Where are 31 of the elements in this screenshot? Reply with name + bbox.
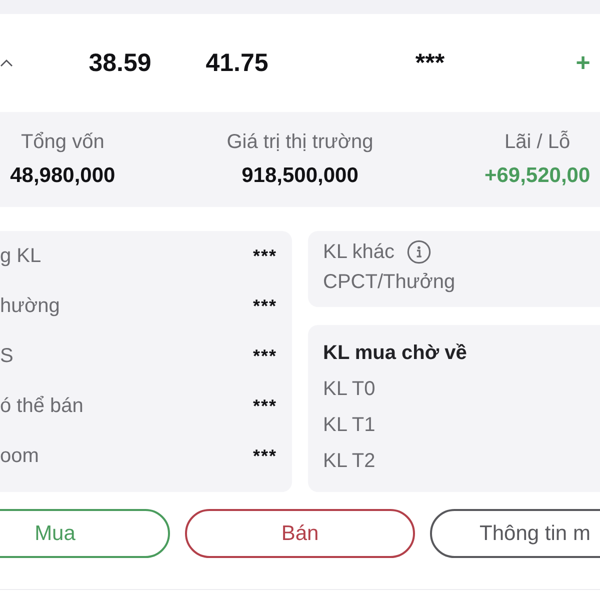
summary-value: 48,980,000 bbox=[10, 164, 116, 188]
price-value: 38.59 bbox=[88, 48, 152, 78]
holding-label: hường bbox=[0, 294, 60, 318]
holding-label: ó thể bán bbox=[0, 394, 84, 418]
summary-label: Lãi / Lỗ bbox=[504, 131, 570, 154]
chevron-icon[interactable] bbox=[0, 59, 13, 67]
price-value: 41.75 bbox=[204, 48, 270, 78]
holding-label: S bbox=[0, 344, 14, 368]
pending-item: KL T0 bbox=[323, 378, 376, 401]
pending-item: KL T2 bbox=[323, 450, 376, 473]
card-note: CPCT/Thưởng bbox=[323, 271, 456, 294]
info-icon[interactable] bbox=[406, 240, 431, 264]
holding-value: *** bbox=[252, 246, 277, 266]
holding-value: *** bbox=[252, 396, 277, 416]
card-title: KL mua chờ về bbox=[323, 342, 468, 365]
card-title: KL khác bbox=[323, 240, 395, 264]
holding-label: oom bbox=[0, 444, 39, 468]
price-value: *** bbox=[414, 48, 446, 78]
sell-button[interactable]: Bán bbox=[185, 509, 415, 558]
summary-value: +69,520,00 bbox=[484, 164, 590, 188]
holding-value: *** bbox=[252, 346, 277, 366]
pending-item: KL T1 bbox=[323, 414, 376, 437]
summary-label: Tổng vốn bbox=[20, 131, 104, 154]
summary-value: 918,500,000 bbox=[242, 164, 358, 188]
holding-value: *** bbox=[252, 446, 277, 466]
holding-label: g KL bbox=[0, 244, 42, 268]
buy-button[interactable]: Mua bbox=[0, 509, 170, 558]
summary-label: Giá trị thị trường bbox=[226, 131, 374, 154]
holding-value: *** bbox=[252, 296, 277, 316]
price-value: + bbox=[574, 48, 592, 78]
info-button[interactable]: Thông tin m bbox=[430, 509, 600, 558]
